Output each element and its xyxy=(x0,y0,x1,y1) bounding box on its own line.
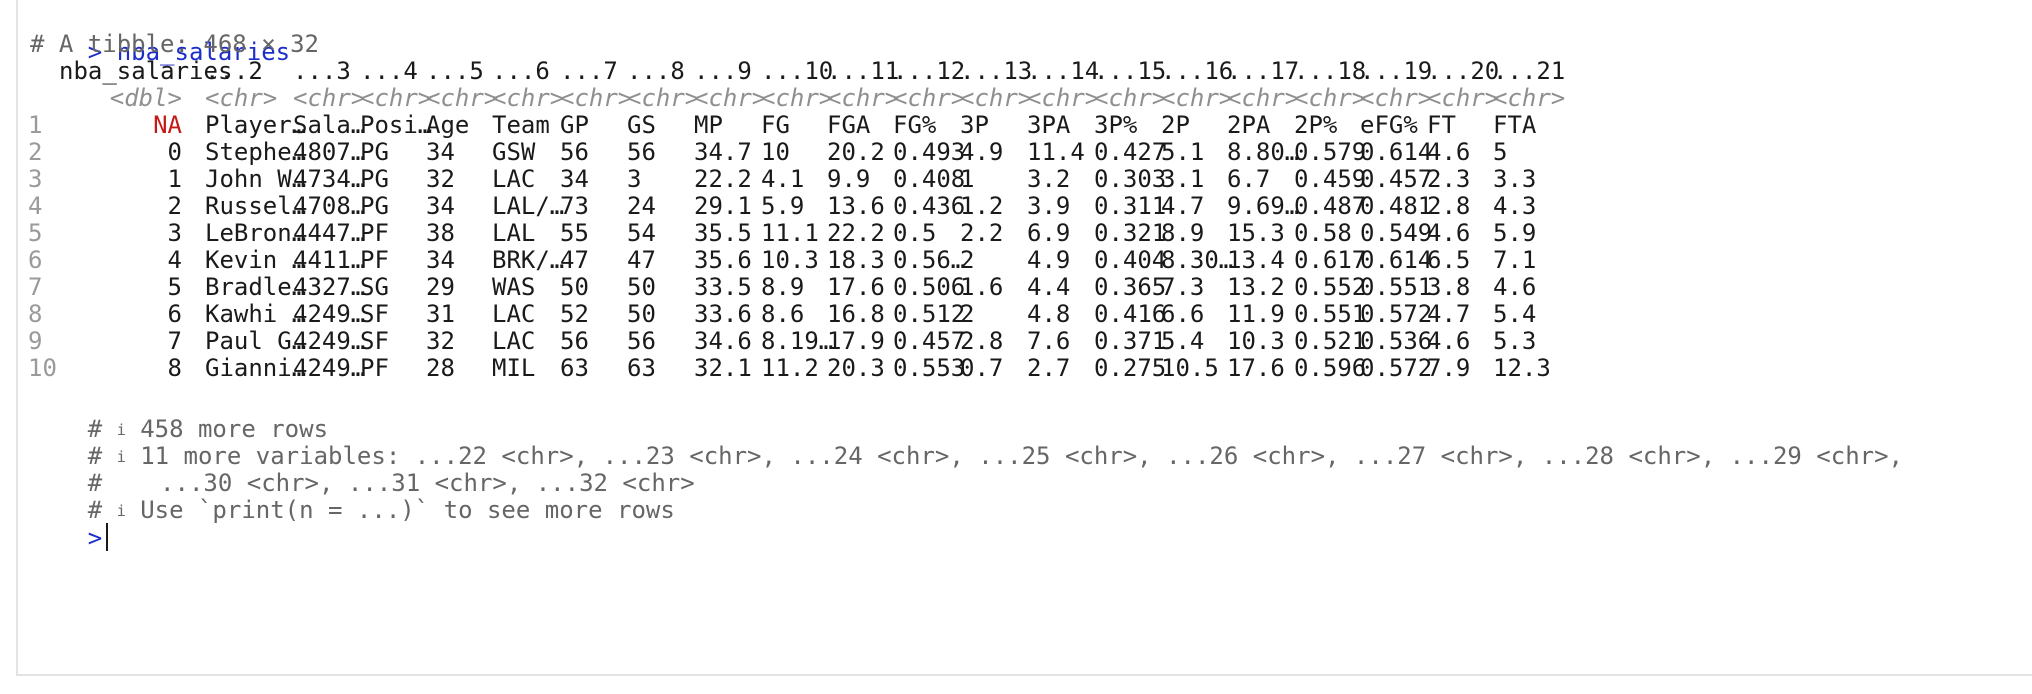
text-cursor xyxy=(106,523,109,551)
r-console[interactable]: > nba_salaries # A tibble: 468 × 32 nba_… xyxy=(16,0,2032,676)
prompt-symbol: > xyxy=(87,524,103,552)
input-line[interactable]: > xyxy=(30,486,2032,552)
